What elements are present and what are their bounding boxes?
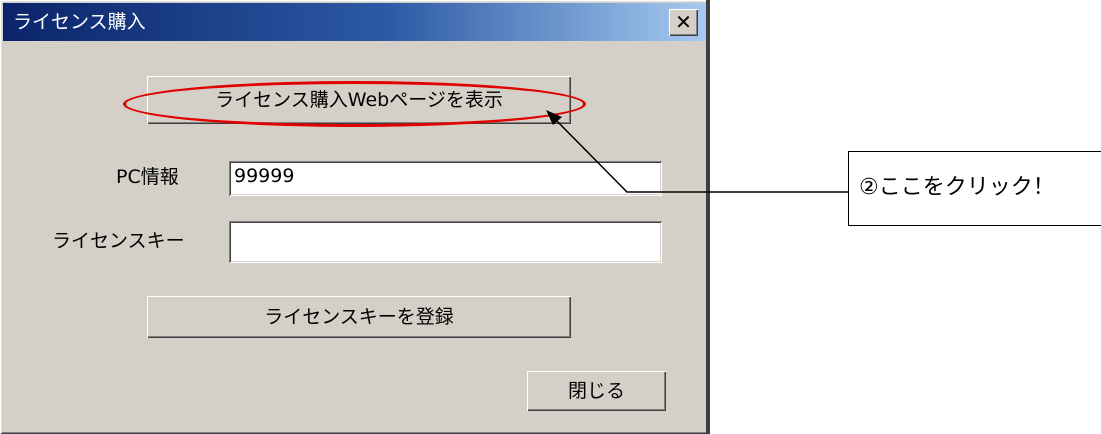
callout-text: ②ここをクリック！ <box>859 175 1055 200</box>
annotation-callout: ②ここをクリック！ <box>848 151 1101 226</box>
arrow-line <box>548 112 848 193</box>
